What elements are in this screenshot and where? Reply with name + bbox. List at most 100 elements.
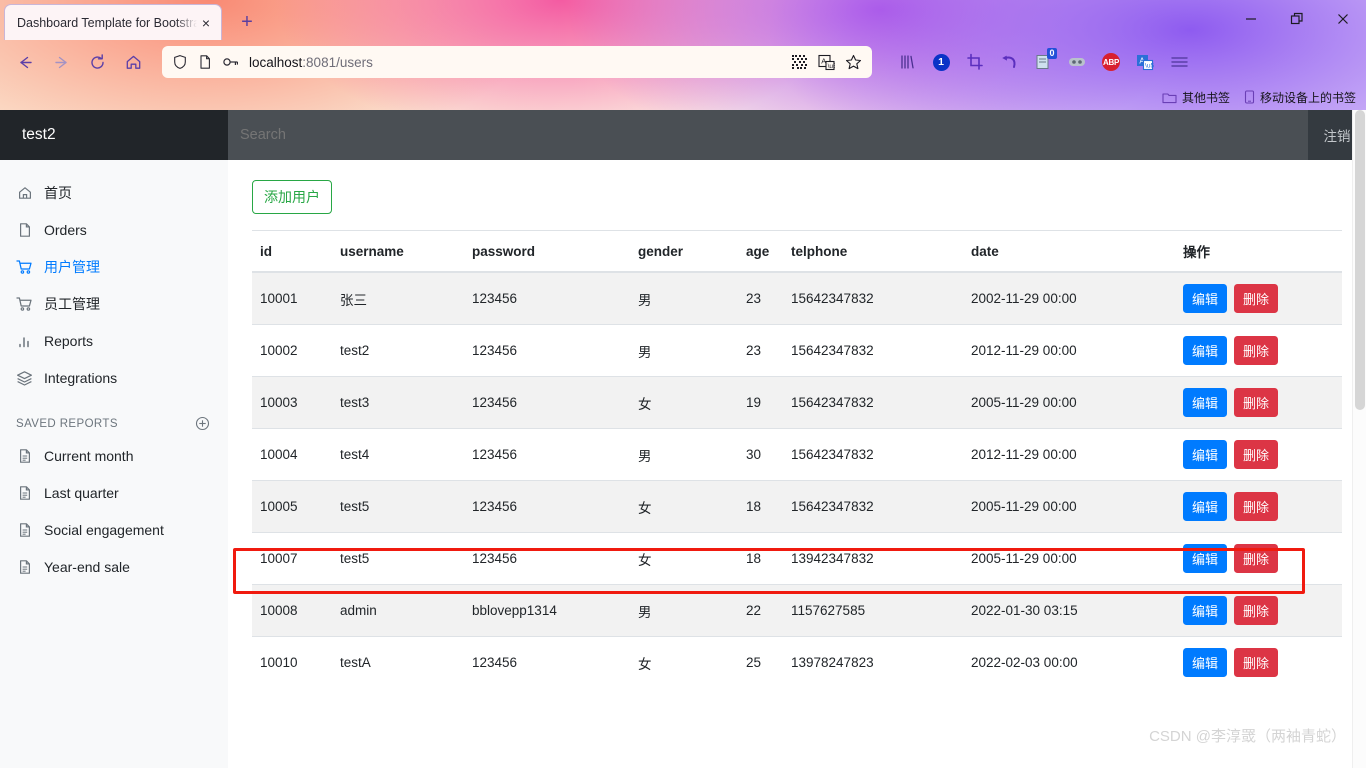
table-row[interactable]: 10002 test2 123456 男 23 15642347832 2012…: [252, 324, 1342, 377]
delete-button[interactable]: 删除: [1234, 284, 1279, 313]
table-row-highlighted[interactable]: 10010 testA 123456 女 25 13978247823 2022…: [252, 636, 1342, 688]
bookmark-mobile[interactable]: 移动设备上的书签: [1244, 89, 1356, 106]
sidebar-item-current-month[interactable]: Current month: [0, 437, 228, 474]
delete-button[interactable]: 删除: [1234, 648, 1279, 677]
sidebar-item-reports[interactable]: Reports: [0, 322, 228, 359]
saved-reports-list: Current month Last quarter Social engage…: [0, 437, 228, 585]
page-icon[interactable]: [197, 54, 213, 70]
adblock-plus-icon[interactable]: ABP: [1096, 47, 1126, 77]
cell-age: 19: [738, 376, 783, 429]
dots-extension-icon[interactable]: [1062, 47, 1092, 77]
cell-password: 123456: [464, 271, 630, 325]
delete-button[interactable]: 删除: [1234, 596, 1279, 625]
reload-icon[interactable]: [80, 46, 114, 78]
table-row[interactable]: 10003 test3 123456 女 19 15642347832 2005…: [252, 376, 1342, 429]
delete-button[interactable]: 删除: [1234, 492, 1279, 521]
add-user-button[interactable]: 添加用户: [252, 180, 332, 214]
forward-arrow-icon[interactable]: [44, 46, 78, 78]
sidebar-item-user-management[interactable]: 用户管理: [0, 248, 228, 285]
cell-id: 10004: [252, 428, 332, 481]
back-arrow-icon[interactable]: [8, 46, 42, 78]
cell-date: 2012-11-29 00:00: [963, 324, 1175, 377]
page-scrollbar[interactable]: [1352, 110, 1366, 768]
cell-gender: 男: [630, 428, 738, 481]
file-text-icon: [16, 484, 33, 501]
url-text[interactable]: localhost:8081/users: [249, 55, 373, 70]
table-row[interactable]: 10001 张三 123456 男 23 15642347832 2002-11…: [252, 271, 1342, 325]
edit-button[interactable]: 编辑: [1183, 336, 1228, 365]
shield-icon[interactable]: [172, 54, 188, 70]
close-window-icon[interactable]: [1320, 0, 1366, 38]
cell-gender: 男: [630, 271, 738, 325]
sidebar-item-last-quarter[interactable]: Last quarter: [0, 474, 228, 511]
cell-age: 18: [738, 532, 783, 585]
svg-text:\u5b57: \u5b57: [828, 63, 835, 70]
notes-icon[interactable]: 0: [1028, 47, 1058, 77]
file-icon: [16, 221, 33, 238]
shopping-cart-icon: [16, 258, 33, 275]
key-icon[interactable]: [222, 54, 240, 70]
cell-username: test3: [332, 376, 464, 429]
bookmark-star-icon[interactable]: [845, 54, 862, 71]
cell-date: 2005-11-29 00:00: [963, 480, 1175, 533]
search-input[interactable]: [228, 110, 1308, 160]
cell-telphone: 15642347832: [783, 324, 963, 377]
counter-badge-icon[interactable]: 1: [926, 47, 956, 77]
edit-button[interactable]: 编辑: [1183, 284, 1228, 313]
close-icon[interactable]: ×: [197, 14, 215, 32]
plus-circle-icon[interactable]: [195, 416, 210, 431]
sidebar-nav: 首页 Orders 用户管理 员工管理 Reports Integrations: [0, 160, 228, 396]
edit-button[interactable]: 编辑: [1183, 492, 1228, 521]
cell-telphone: 15642347832: [783, 428, 963, 481]
delete-button[interactable]: 删除: [1234, 336, 1279, 365]
minimize-icon[interactable]: [1228, 0, 1274, 38]
edit-button[interactable]: 编辑: [1183, 544, 1228, 573]
crop-icon[interactable]: [960, 47, 990, 77]
library-icon[interactable]: [892, 47, 922, 77]
table-row[interactable]: 10005 test5 123456 女 18 15642347832 2005…: [252, 480, 1342, 533]
layers-icon: [16, 369, 33, 386]
cell-password: 123456: [464, 532, 630, 585]
translate-icon[interactable]: A\u5b57: [818, 54, 835, 71]
cell-date: 2002-11-29 00:00: [963, 271, 1175, 325]
sidebar-item-social-engagement[interactable]: Social engagement: [0, 511, 228, 548]
cell-date: 2022-01-30 03:15: [963, 584, 1175, 637]
cell-gender: 女: [630, 636, 738, 688]
translate-extension-icon[interactable]: A\u5b57: [1130, 47, 1160, 77]
cell-password: 123456: [464, 324, 630, 377]
qr-code-icon[interactable]: [791, 54, 808, 71]
cell-actions: 编辑 删除: [1175, 636, 1342, 688]
address-bar[interactable]: localhost:8081/users A\u5b57: [162, 46, 872, 78]
sidebar-item-integrations[interactable]: Integrations: [0, 359, 228, 396]
bookmark-other-label: 其他书签: [1181, 90, 1230, 105]
table-head: id username password gender age telphone…: [252, 230, 1342, 273]
table-row[interactable]: 10007 test5 123456 女 18 13942347832 2005…: [252, 532, 1342, 585]
new-tab-button[interactable]: +: [232, 7, 262, 37]
table-row[interactable]: 10004 test4 123456 男 30 15642347832 2012…: [252, 428, 1342, 481]
scrollbar-thumb[interactable]: [1355, 110, 1365, 410]
cell-id: 10001: [252, 271, 332, 325]
edit-button[interactable]: 编辑: [1183, 388, 1228, 417]
cell-password: 123456: [464, 480, 630, 533]
edit-button[interactable]: 编辑: [1183, 648, 1228, 677]
hamburger-menu-icon[interactable]: [1164, 47, 1194, 77]
home-icon[interactable]: [116, 46, 150, 78]
delete-button[interactable]: 删除: [1234, 388, 1279, 417]
sidebar-item-year-end-sale[interactable]: Year-end sale: [0, 548, 228, 585]
sidebar-item-orders[interactable]: Orders: [0, 211, 228, 248]
maximize-icon[interactable]: [1274, 0, 1320, 38]
sidebar-item-employee-management[interactable]: 员工管理: [0, 285, 228, 322]
delete-button[interactable]: 删除: [1234, 544, 1279, 573]
table-row[interactable]: 10008 admin bblovepp1314 男 22 1157627585…: [252, 584, 1342, 637]
browser-window: Dashboard Template for Bootstra × + loca…: [0, 0, 1366, 768]
sidebar-item-home[interactable]: 首页: [0, 174, 228, 211]
sidebar-item-label: 用户管理: [44, 258, 100, 275]
undo-arrow-icon[interactable]: [994, 47, 1024, 77]
top-navbar: 注销: [228, 110, 1366, 160]
bookmark-other[interactable]: 其他书签: [1162, 89, 1230, 106]
edit-button[interactable]: 编辑: [1183, 440, 1228, 469]
browser-tab[interactable]: Dashboard Template for Bootstra ×: [4, 4, 222, 40]
cell-age: 22: [738, 584, 783, 637]
edit-button[interactable]: 编辑: [1183, 596, 1228, 625]
delete-button[interactable]: 删除: [1234, 440, 1279, 469]
